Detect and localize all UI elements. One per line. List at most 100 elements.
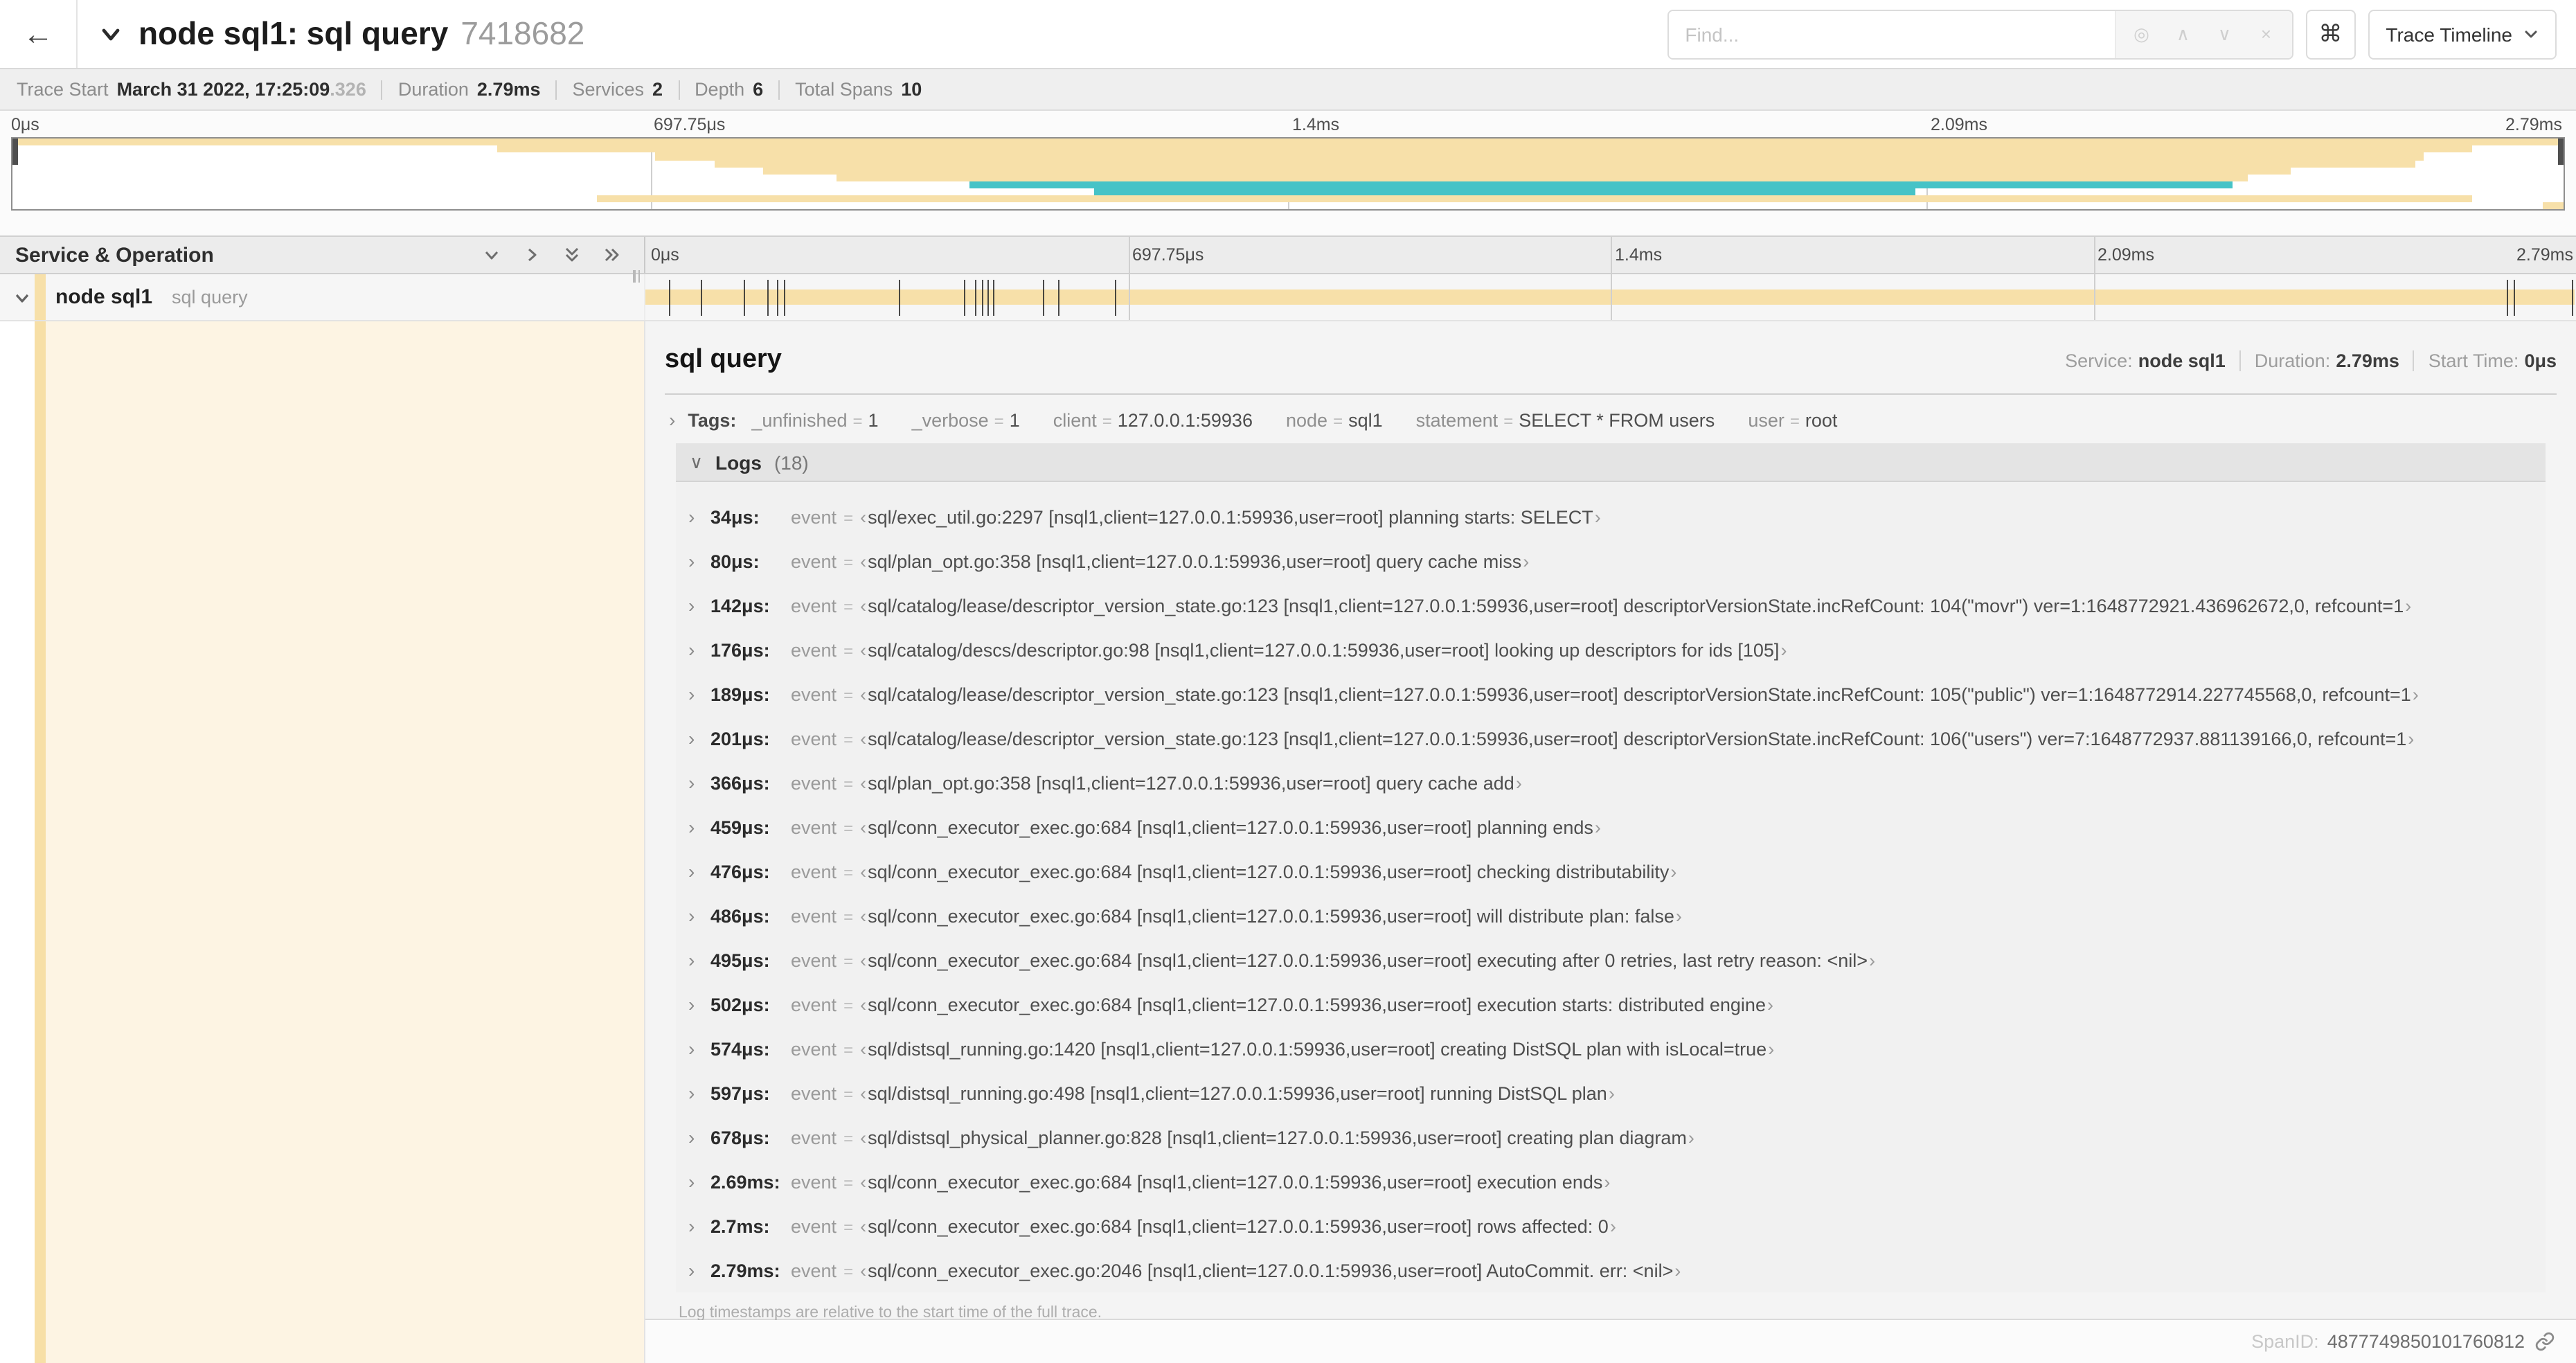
- collapse-one-icon[interactable]: [482, 245, 501, 265]
- log-field-value: sql/conn_executor_exec.go:684 [nsql1,cli…: [860, 905, 1682, 926]
- deep-link-icon[interactable]: [2534, 1331, 2555, 1352]
- log-row[interactable]: ›366μs: event = sql/plan_opt.go:358 [nsql1,…: [688, 760, 2546, 805]
- chevron-right-icon[interactable]: ›: [688, 1082, 710, 1104]
- log-field-key: event: [791, 1171, 837, 1192]
- chevron-right-icon[interactable]: ›: [688, 506, 710, 528]
- minimap-span-bar: [12, 139, 2564, 146]
- trace-collapse-chevron-icon[interactable]: [98, 21, 123, 46]
- logs-header[interactable]: ∨ Logs (18): [676, 443, 2546, 482]
- span-indent-guide: [35, 321, 46, 1363]
- trace-title-group: node sql1: sql query 7418682: [98, 15, 1667, 53]
- chevron-down-icon[interactable]: ∨: [690, 451, 703, 473]
- log-marker: [1043, 280, 1045, 316]
- span-detail-row: sql query Service: node sql1 Duration: 2.7…: [0, 321, 2576, 1363]
- chevron-right-icon[interactable]: ›: [688, 1037, 710, 1060]
- log-row[interactable]: ›486μs: event = sql/conn_executor_exec.go:6…: [688, 893, 2546, 938]
- chevron-right-icon[interactable]: ›: [688, 772, 710, 794]
- log-row[interactable]: ›142μs: event = sql/catalog/lease/descripto…: [688, 583, 2546, 627]
- log-row[interactable]: ›80μs: event = sql/plan_opt.go:358 [nsql1,c…: [688, 539, 2546, 583]
- collapse-all-icon[interactable]: [562, 245, 582, 265]
- clear-icon[interactable]: ×: [2257, 24, 2275, 44]
- trace-view-select[interactable]: Trace Timeline: [2368, 9, 2557, 59]
- log-row[interactable]: ›2.69ms: event = sql/conn_executor_exec.go:…: [688, 1159, 2546, 1204]
- find-suffix-buttons: ◎ ∧ ∨ ×: [2114, 10, 2292, 57]
- chevron-right-icon[interactable]: ›: [688, 1170, 710, 1193]
- equals-sign: =: [1333, 411, 1343, 430]
- log-row[interactable]: ›574μs: event = sql/distsql_running.go:1420…: [688, 1026, 2546, 1071]
- log-row[interactable]: ›34μs: event = sql/exec_util.go:2297 [nsql1…: [688, 495, 2546, 539]
- tag-item[interactable]: statement = SELECT * FROM users: [1416, 409, 1715, 430]
- chevron-up-icon[interactable]: ∧: [2174, 23, 2192, 45]
- chevron-down-icon[interactable]: ∨: [2215, 23, 2233, 45]
- log-field-value: sql/conn_executor_exec.go:684 [nsql1,cli…: [860, 861, 1676, 882]
- chevron-right-icon[interactable]: ›: [688, 1259, 710, 1281]
- span-row[interactable]: node sql1 sql query: [0, 274, 2576, 321]
- span-row-name-column: node sql1 sql query: [0, 274, 645, 320]
- chevron-right-icon[interactable]: ›: [688, 1126, 710, 1148]
- span-row-bar-cell[interactable]: [645, 274, 2576, 320]
- chevron-right-icon[interactable]: ›: [688, 860, 710, 882]
- chevron-right-icon[interactable]: ›: [688, 1215, 710, 1237]
- log-row[interactable]: ›459μs: event = sql/conn_executor_exec.go:6…: [688, 805, 2546, 849]
- chevron-right-icon[interactable]: ›: [688, 816, 710, 838]
- stat-item: Trace Start March 31 2022, 17:25:09.326: [17, 79, 366, 100]
- minimap-canvas[interactable]: [11, 137, 2565, 211]
- viewport-handle-right[interactable]: [2558, 139, 2564, 166]
- back-button[interactable]: ←: [0, 0, 78, 68]
- chevron-right-icon[interactable]: ›: [688, 993, 710, 1015]
- stat-label: Duration: [397, 79, 469, 100]
- find-group: ◎ ∧ ∨ ×: [1667, 9, 2293, 59]
- stat-item: Services 2: [573, 79, 663, 100]
- equals-sign: =: [843, 729, 854, 749]
- log-row[interactable]: ›2.79ms: event = sql/conn_executor_exec.go:…: [688, 1248, 2546, 1292]
- log-row[interactable]: ›495μs: event = sql/conn_executor_exec.go:6…: [688, 938, 2546, 982]
- log-row[interactable]: ›176μs: event = sql/catalog/descs/descripto…: [688, 627, 2546, 672]
- minimap-span-bar: [836, 174, 2248, 181]
- chevron-right-icon[interactable]: ›: [688, 727, 710, 749]
- log-event: event = sql/catalog/descs/descriptor.go:98…: [791, 639, 1787, 660]
- keyboard-shortcuts-button[interactable]: ⌘: [2305, 9, 2356, 59]
- spanid-value: 4877749850101760812: [2327, 1331, 2525, 1352]
- tag-item[interactable]: node = sql1: [1286, 409, 1383, 430]
- tag-item[interactable]: _verbose = 1: [912, 409, 1020, 430]
- find-input[interactable]: [1668, 10, 2115, 57]
- chevron-right-icon[interactable]: ›: [688, 594, 710, 616]
- chevron-right-icon[interactable]: ›: [688, 949, 710, 971]
- log-row[interactable]: ›189μs: event = sql/catalog/lease/descripto…: [688, 672, 2546, 716]
- log-row[interactable]: ›678μs: event = sql/distsql_physical_planne…: [688, 1115, 2546, 1159]
- chevron-right-icon[interactable]: ›: [688, 550, 710, 572]
- tick-gridline: [1128, 274, 1129, 320]
- logs-count: (18): [773, 451, 809, 473]
- tag-item[interactable]: client = 127.0.0.1:59936: [1053, 409, 1253, 430]
- viewport-handle-left[interactable]: [12, 139, 18, 166]
- log-timestamp: 142μs:: [710, 595, 770, 616]
- span-collapse-chevron-icon[interactable]: [12, 287, 32, 314]
- expand-one-icon[interactable]: [522, 245, 542, 265]
- expand-all-icon[interactable]: [602, 245, 622, 265]
- minimap-span-bar: [969, 181, 2233, 188]
- log-field-key: event: [791, 506, 837, 527]
- chevron-right-icon[interactable]: ›: [669, 409, 675, 431]
- log-event: event = sql/distsql_physical_planner.go:82…: [791, 1127, 1694, 1148]
- log-row[interactable]: ›502μs: event = sql/conn_executor_exec.go:6…: [688, 982, 2546, 1026]
- chevron-right-icon[interactable]: ›: [688, 683, 710, 705]
- column-resizer[interactable]: [633, 270, 640, 283]
- log-row[interactable]: ›2.7ms: event = sql/conn_executor_exec.go:6…: [688, 1204, 2546, 1248]
- chevron-right-icon[interactable]: ›: [688, 905, 710, 927]
- trace-view-label: Trace Timeline: [2386, 23, 2512, 45]
- equals-sign: =: [843, 1173, 854, 1192]
- equals-sign: =: [843, 862, 854, 882]
- log-row[interactable]: ›476μs: event = sql/conn_executor_exec.go:6…: [688, 849, 2546, 893]
- spanid-bar: SpanID: 4877749850101760812: [645, 1320, 2576, 1363]
- log-row[interactable]: ›201μs: event = sql/catalog/lease/descripto…: [688, 716, 2546, 760]
- log-event: event = sql/distsql_running.go:1420 [nsql1…: [791, 1038, 1774, 1059]
- tags-row[interactable]: › Tags: _unfinished = 1 _verbose = 1 client = 12…: [665, 395, 2557, 442]
- locate-icon[interactable]: ◎: [2132, 23, 2150, 45]
- stat-separator: [555, 80, 557, 99]
- log-field-key: event: [791, 1215, 837, 1236]
- log-row[interactable]: ›597μs: event = sql/distsql_running.go:498 …: [688, 1071, 2546, 1115]
- chevron-right-icon[interactable]: ›: [688, 639, 710, 661]
- span-duration-bar[interactable]: [645, 289, 2575, 305]
- tag-item[interactable]: _unfinished = 1: [751, 409, 878, 430]
- tag-item[interactable]: user = root: [1748, 409, 1837, 430]
